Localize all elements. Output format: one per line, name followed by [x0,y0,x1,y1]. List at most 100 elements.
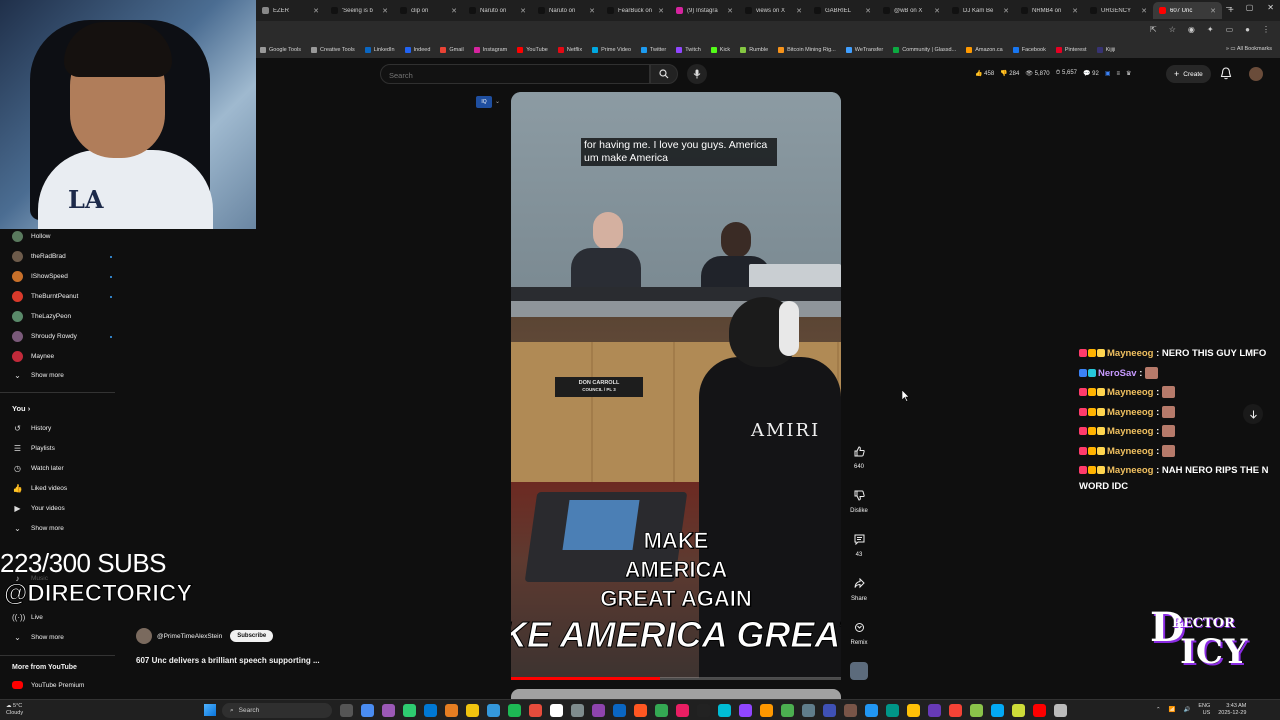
bookmark-item[interactable]: YouTube [517,46,548,53]
search-box[interactable] [380,64,650,85]
bookmark-item[interactable]: Rumble [740,46,768,53]
volume-icon[interactable]: 🔊 [1183,707,1190,713]
bookmark-item[interactable]: Community | Glassd... [893,46,956,53]
subscription-item[interactable]: TheBurntPeanut [12,291,112,302]
close-tab-icon[interactable]: ✕ [313,7,319,15]
taskbar-app-icon[interactable] [487,704,500,717]
quality-badge-icon[interactable]: IQ [476,96,492,108]
taskbar-app-icon[interactable] [445,704,458,717]
bookmark-item[interactable]: Google Tools [260,46,301,53]
share-action[interactable]: Share [848,572,870,616]
chat-username[interactable]: Mayneeog [1107,407,1153,418]
browser-tab[interactable]: URGENCY ✕ [1084,2,1153,19]
taskbar-app-icon[interactable] [676,704,689,717]
wifi-icon[interactable]: 📶 [1169,707,1176,713]
bookmark-item[interactable]: LinkedIn [364,46,395,53]
close-tab-icon[interactable]: ✕ [1072,7,1078,15]
browser-tab[interactable]: EZER ✕ [256,2,325,19]
bookmark-item[interactable]: Twitch [676,46,701,53]
sidebar-item[interactable]: ↺ History [12,424,112,433]
bookmark-item[interactable]: Indeed [404,46,430,53]
extensions-puzzle-icon[interactable]: ✦ [1207,25,1214,34]
show-more-you[interactable]: ⌄ Show more [12,524,112,533]
show-more-explore[interactable]: ⌄ Show more [12,633,112,642]
bookmark-item[interactable]: Instagram [473,46,507,53]
bookmark-item[interactable]: Amazon.ca [966,46,1003,53]
close-tab-icon[interactable]: ✕ [796,7,802,15]
minimize-icon[interactable]: ─ [1226,3,1232,12]
close-tab-icon[interactable]: ✕ [1003,7,1009,15]
browser-tab[interactable]: views on X ✕ [739,2,808,19]
bookmark-star-icon[interactable]: ☆ [1169,25,1176,34]
taskbar-app-icon[interactable] [907,704,920,717]
browser-tab[interactable]: DJ Kam Be ✕ [946,2,1015,19]
like-button[interactable] [848,440,870,462]
like-action[interactable]: 640 [848,440,870,484]
bookmark-item[interactable]: Netflix [557,46,582,53]
subscription-item[interactable]: Maynee [12,351,112,362]
taskbar-app-icon[interactable] [823,704,836,717]
close-tab-icon[interactable]: ✕ [727,7,733,15]
bookmark-item[interactable]: Pinterest [1055,46,1087,53]
windows-start-icon[interactable] [204,704,216,716]
chevron-down-icon[interactable]: ⌄ [495,98,500,105]
maximize-icon[interactable]: ▢ [1246,3,1254,12]
comments-button[interactable] [848,528,870,550]
taskbar-app-icon[interactable] [949,704,962,717]
bookmark-item[interactable]: Bitcoin Mining Rig... [778,46,836,53]
chat-username[interactable]: Mayneeog [1107,387,1153,398]
sidebar-toggle-icon[interactable]: ▭ [1226,25,1234,34]
bookmark-item[interactable]: Kick [710,46,730,53]
subscription-item[interactable]: IShowSpeed [12,271,112,282]
close-tab-icon[interactable]: ✕ [382,7,388,15]
sidebar-item-live[interactable]: ((·)) Live [12,613,112,622]
browser-tab[interactable]: @wB on X ✕ [877,2,946,19]
taskbar-app-icon[interactable] [991,704,1004,717]
menu-dots-icon[interactable]: ⋮ [1262,25,1270,34]
subscription-item[interactable]: TheLazyPeon [12,311,112,322]
language-indicator[interactable]: ENG US [1198,703,1210,717]
taskbar-app-icon[interactable] [634,704,647,717]
close-tab-icon[interactable]: ✕ [451,7,457,15]
bookmark-item[interactable]: Kijiji [1096,46,1115,53]
taskbar-app-icon[interactable] [655,704,668,717]
taskbar-search[interactable]: ⌕ Search [222,703,332,718]
share-button[interactable] [848,572,870,594]
profile-icon[interactable]: ● [1245,25,1250,34]
bookmark-item[interactable]: WeTransfer [845,46,883,53]
browser-tab[interactable]: FearBuck on ✕ [601,2,670,19]
browser-tab[interactable]: clip on ✕ [394,2,463,19]
video-title[interactable]: 607 Unc delivers a brilliant speech supp… [136,656,320,665]
bookmark-item[interactable]: Prime Video [592,46,631,53]
taskbar-app-icon[interactable] [508,704,521,717]
sponsor-icon[interactable]: ♛ [1126,70,1131,77]
sidebar-item[interactable]: 👍 Liked videos [12,484,112,493]
you-heading[interactable]: You › [12,404,30,413]
close-tab-icon[interactable]: ✕ [658,7,664,15]
bookmark-item[interactable]: Creative Tools [311,46,355,53]
sidebar-item-premium[interactable]: YouTube Premium [12,681,112,689]
taskbar-app-icon[interactable] [1012,704,1025,717]
list-icon[interactable]: ≡ [1117,71,1121,77]
browser-tab[interactable]: GABRIEL ✕ [808,2,877,19]
sidebar-item[interactable]: ◷ Watch later [12,464,112,473]
taskbar-app-icon[interactable] [718,704,731,717]
taskbar-app-icon[interactable] [424,704,437,717]
taskbar-app-icon[interactable] [844,704,857,717]
subscription-item[interactable]: Shroudy Rowdy [12,331,112,342]
taskbar-app-icon[interactable] [340,704,353,717]
shorts-video-player[interactable]: DON CARROLL COUNCIL / PL 3 AMIRI for hav… [511,92,841,678]
taskbar-app-icon[interactable] [886,704,899,717]
tray-chevron-icon[interactable]: ⌃ [1156,707,1161,713]
taskbar-app-icon[interactable] [1033,704,1046,717]
taskbar-app-icon[interactable] [739,704,752,717]
video-progress-bar[interactable] [511,677,841,680]
chat-username[interactable]: Mayneeog [1107,426,1153,437]
subscription-item[interactable]: theRadBrad [12,251,112,262]
taskbar-app-icon[interactable] [970,704,983,717]
dislike-button[interactable] [848,484,870,506]
sound-source-avatar[interactable] [850,662,868,680]
chat-username[interactable]: Mayneeog [1107,465,1153,476]
all-bookmarks[interactable]: » ▭ All Bookmarks [1226,46,1272,52]
dislike-action[interactable]: Dislike [848,484,870,528]
